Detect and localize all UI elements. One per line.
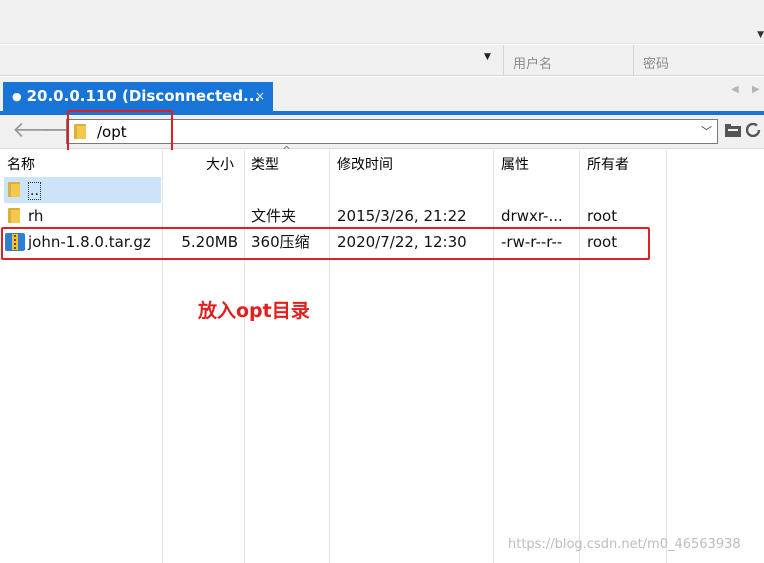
file-name: .. <box>28 182 41 200</box>
separator <box>503 45 504 76</box>
chevron-down-icon[interactable]: ﹀ <box>701 123 712 139</box>
top-toolbar: ▼ <box>0 0 764 44</box>
table-row[interactable]: rh 文件夹 2015/3/26, 21:22 drwxr-... root <box>0 203 764 229</box>
session-tab-title: 20.0.0.110 (Disconnected... <box>26 87 261 105</box>
file-attributes: drwxr-... <box>501 207 563 225</box>
password-field[interactable]: 密码 <box>643 53 669 72</box>
open-folder-icon[interactable] <box>725 123 741 137</box>
session-tab[interactable]: ● 20.0.0.110 (Disconnected... × <box>3 82 273 111</box>
archive-icon <box>5 233 25 251</box>
dropdown-arrow-icon[interactable]: ▼ <box>757 30 764 40</box>
column-header-type[interactable]: 类型 <box>251 154 279 174</box>
credentials-bar: ▼ 用户名 密码 <box>0 45 764 76</box>
table-row[interactable]: .. <box>0 177 764 203</box>
file-size: 5.20MB <box>181 233 238 251</box>
file-name: john-1.8.0.tar.gz <box>28 233 151 251</box>
table-row[interactable]: john-1.8.0.tar.gz 5.20MB 360压缩 2020/7/22… <box>0 229 764 255</box>
watermark: https://blog.csdn.net/m0_46563938 <box>508 537 741 552</box>
folder-icon <box>8 182 20 197</box>
file-modified: 2015/3/26, 21:22 <box>337 207 467 225</box>
sort-ascending-icon: ^ <box>282 144 292 157</box>
tab-scroll-left-icon[interactable]: ◀ <box>731 84 739 95</box>
file-attributes: -rw-r--r-- <box>501 233 563 251</box>
tab-strip: ● 20.0.0.110 (Disconnected... × <box>0 77 764 111</box>
column-header-owner[interactable]: 所有者 <box>587 154 629 174</box>
username-field[interactable]: 用户名 <box>513 53 552 72</box>
file-list: ^ 名称 大小 类型 修改时间 属性 所有者 .. rh 文件夹 2015/3/… <box>0 144 764 563</box>
address-bar: 🡐 🡒 /opt ﹀ <box>0 115 764 149</box>
refresh-icon[interactable] <box>746 123 762 137</box>
connection-status-icon: ● <box>12 90 22 103</box>
folder-icon <box>8 208 20 223</box>
file-modified: 2020/7/22, 12:30 <box>337 233 467 251</box>
path-input[interactable]: /opt ﹀ <box>66 119 718 144</box>
file-owner: root <box>587 233 618 251</box>
separator <box>633 45 634 76</box>
tab-scroll-right-icon[interactable]: ▶ <box>752 84 760 95</box>
path-text: /opt <box>97 123 127 141</box>
file-type: 360压缩 <box>251 233 310 251</box>
column-header-name[interactable]: 名称 <box>7 154 35 174</box>
host-dropdown-arrow-icon[interactable]: ▼ <box>484 52 491 62</box>
column-header-modified[interactable]: 修改时间 <box>337 154 393 174</box>
file-name: rh <box>28 207 44 225</box>
file-owner: root <box>587 207 618 225</box>
folder-icon <box>74 124 86 139</box>
column-header-attributes[interactable]: 属性 <box>501 154 529 174</box>
column-header-size[interactable]: 大小 <box>206 154 234 174</box>
annotation-text: 放入opt目录 <box>198 300 310 322</box>
close-tab-icon[interactable]: × <box>255 82 265 111</box>
file-type: 文件夹 <box>251 207 297 225</box>
